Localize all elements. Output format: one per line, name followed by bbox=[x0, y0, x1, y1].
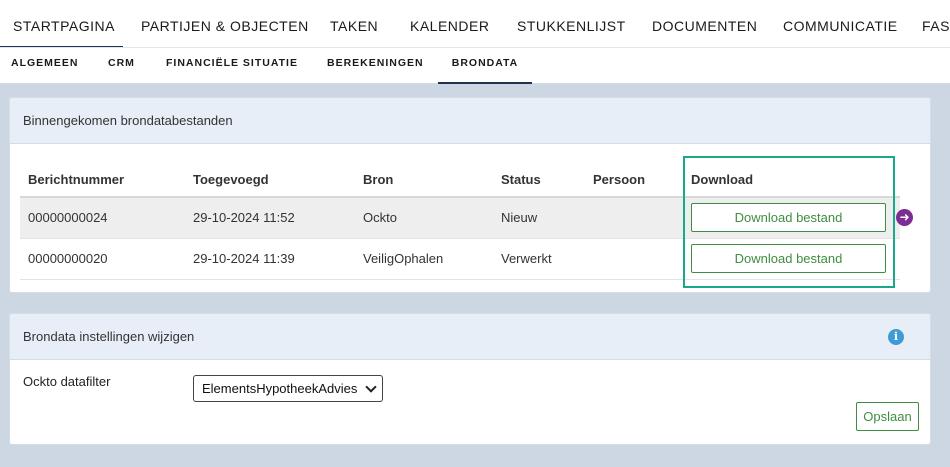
tab-communicatie[interactable]: COMMUNICATIE bbox=[783, 0, 898, 47]
settings-panel: Brondata instellingen wijzigen i Ockto d… bbox=[9, 313, 931, 445]
panel-title: Brondata instellingen wijzigen i bbox=[10, 314, 930, 360]
subtab-berekeningen[interactable]: BEREKENINGEN bbox=[327, 48, 424, 84]
sub-nav: ALGEMEEN CRM FINANCIËLE SITUATIE BEREKEN… bbox=[0, 48, 950, 84]
download-button[interactable]: Download bestand bbox=[691, 244, 886, 273]
tab-partijen-objecten[interactable]: PARTIJEN & OBJECTEN bbox=[141, 0, 309, 47]
subtab-financiele-situatie[interactable]: FINANCIËLE SITUATIE bbox=[166, 48, 298, 84]
tab-startpagina[interactable]: STARTPAGINA bbox=[0, 0, 123, 47]
column-header: Persoon bbox=[585, 162, 683, 198]
column-header: Download bbox=[683, 162, 900, 198]
table-row[interactable]: 00000000020 29-10-2024 11:39 VeiligOphal… bbox=[20, 238, 900, 280]
arrow-right-icon[interactable]: ➜ bbox=[896, 209, 913, 226]
tab-documenten[interactable]: DOCUMENTEN bbox=[652, 0, 757, 47]
main-nav: STARTPAGINA PARTIJEN & OBJECTEN TAKEN KA… bbox=[0, 0, 950, 48]
column-header: Bron bbox=[355, 162, 493, 198]
cell-bron: Ockto bbox=[355, 197, 493, 239]
column-header: Toegevoegd bbox=[185, 162, 355, 198]
cell-toegevoegd: 29-10-2024 11:39 bbox=[185, 238, 355, 280]
incoming-files-panel: Binnengekomen brondatabestanden Berichtn… bbox=[9, 97, 931, 293]
panel-title: Binnengekomen brondatabestanden bbox=[10, 98, 930, 144]
subtab-crm[interactable]: CRM bbox=[108, 48, 135, 84]
subtab-algemeen[interactable]: ALGEMEEN bbox=[11, 48, 79, 84]
tab-taken[interactable]: TAKEN bbox=[330, 0, 378, 47]
subtab-brondata[interactable]: BRONDATA bbox=[438, 48, 532, 84]
column-header: Status bbox=[493, 162, 585, 198]
cell-persoon bbox=[585, 197, 683, 239]
datafilter-value: ElementsHypotheekAdvies bbox=[202, 381, 358, 396]
cell-download: Download bestand bbox=[683, 238, 900, 280]
save-button[interactable]: Opslaan bbox=[856, 402, 919, 431]
cell-status: Verwerkt bbox=[493, 238, 585, 280]
download-button[interactable]: Download bestand bbox=[691, 203, 886, 233]
incoming-files-table: Berichtnummer Toegevoegd Bron Status Per… bbox=[20, 162, 900, 280]
cell-berichtnummer: 00000000024 bbox=[20, 197, 185, 239]
settings-title: Brondata instellingen wijzigen bbox=[23, 329, 195, 344]
tab-stukkenlijst[interactable]: STUKKENLIJST bbox=[517, 0, 626, 47]
filter-label: Ockto datafilter bbox=[23, 374, 111, 389]
cell-persoon bbox=[585, 238, 683, 280]
tab-kalender[interactable]: KALENDER bbox=[410, 0, 489, 47]
info-icon[interactable]: i bbox=[888, 329, 904, 345]
table-row[interactable]: 00000000024 29-10-2024 11:52 Ockto Nieuw… bbox=[20, 197, 900, 239]
cell-berichtnummer: 00000000020 bbox=[20, 238, 185, 280]
cell-status: Nieuw bbox=[493, 197, 585, 239]
column-header: Berichtnummer bbox=[20, 162, 185, 198]
chevron-down-icon bbox=[365, 381, 377, 393]
cell-download: Download bestand bbox=[683, 197, 900, 239]
cell-bron: VeiligOphalen bbox=[355, 238, 493, 280]
cell-toegevoegd: 29-10-2024 11:52 bbox=[185, 197, 355, 239]
datafilter-select[interactable]: ElementsHypotheekAdvies bbox=[193, 375, 383, 402]
tab-fast[interactable]: FAST bbox=[922, 0, 950, 47]
